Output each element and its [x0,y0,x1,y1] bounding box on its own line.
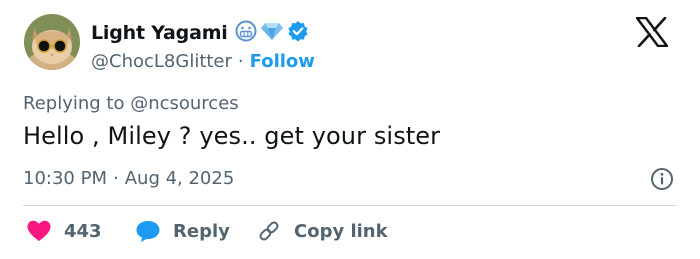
separator-dot: · [237,50,244,72]
timestamp-separator: · [112,168,119,189]
speech-bubble-icon [136,221,160,242]
reply-label: Reply [173,220,230,242]
post-timestamp[interactable]: 10:30 PM · Aug 4, 2025 [23,168,234,189]
author-display-name[interactable]: Light Yagami [91,22,228,44]
post-time: 10:30 PM [23,168,107,189]
embedded-post-card: Light Yagami @ChocL8Glitter · Follow Rep… [0,0,700,259]
replying-to-mention[interactable]: @ncsources [130,93,238,114]
author-handle[interactable]: @ChocL8Glitter [91,51,232,72]
author-block: Light Yagami @ChocL8Glitter · Follow [91,20,315,74]
grimacing-face-emoji-icon [235,20,257,46]
link-icon [259,221,279,241]
heart-icon [27,220,51,241]
like-button[interactable]: 443 [26,219,135,243]
action-bar: 443 Reply Copy link [26,217,388,245]
reply-button[interactable]: Reply [135,219,256,243]
copy-link-button[interactable]: Copy link [256,219,388,243]
cat-avatar-image [24,14,80,70]
copy-link-label: Copy link [294,220,388,242]
avatar[interactable] [24,14,80,70]
divider [23,205,677,206]
verified-badge-icon[interactable] [287,20,309,46]
post-date: Aug 4, 2025 [124,168,235,189]
info-icon[interactable] [650,167,674,195]
gem-emoji-icon [260,20,284,46]
post-text: Hello , Miley ? yes.. get your sister [23,122,441,150]
follow-button[interactable]: Follow [250,51,315,72]
replying-to-prefix: Replying to [23,93,131,114]
like-count: 443 [64,220,102,242]
x-logo-icon[interactable] [635,16,669,51]
replying-to-line: Replying to @ncsources [23,93,239,114]
